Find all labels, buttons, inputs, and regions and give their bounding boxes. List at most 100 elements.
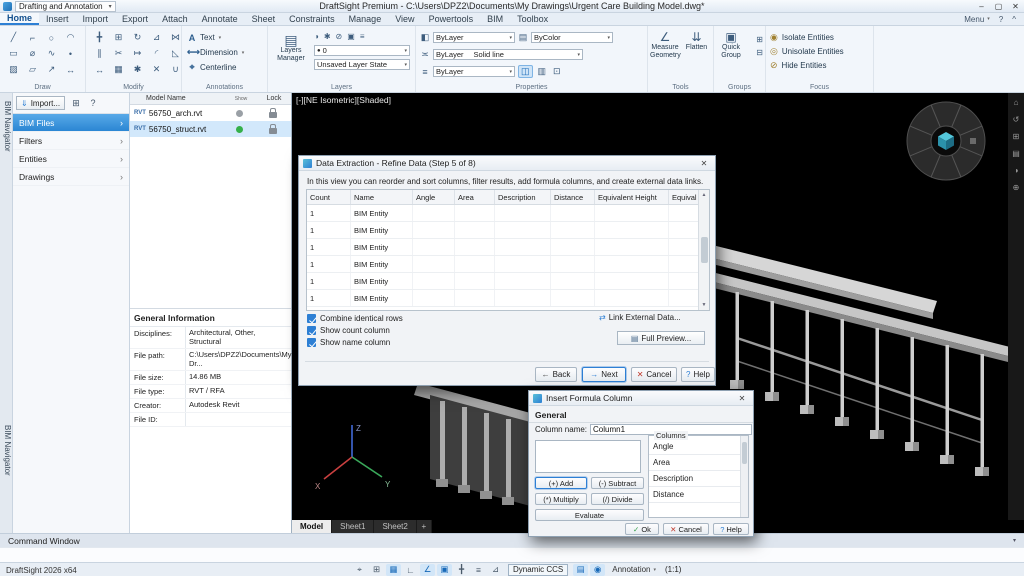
entity-transparency-icon[interactable]: ⊡ xyxy=(551,66,563,77)
polyline-icon[interactable]: ⌐ xyxy=(24,30,41,45)
close-button[interactable]: ✕ xyxy=(1007,2,1024,11)
named-color-icon[interactable]: ▤ xyxy=(518,32,528,43)
column-header-distance[interactable]: Distance xyxy=(551,190,595,204)
list-item-angle[interactable]: Angle xyxy=(649,439,740,455)
line-color-combo[interactable]: ByLayer ▾ xyxy=(433,32,515,43)
layer-states-icon[interactable]: ≡ xyxy=(360,32,365,41)
cancel-button[interactable]: ✕ Cancel xyxy=(663,523,709,535)
linetype-icon[interactable]: ≍ xyxy=(420,49,430,60)
link-external-data-button[interactable]: ⇄ Link External Data... xyxy=(599,313,681,322)
fillet-icon[interactable]: ◜ xyxy=(148,46,165,61)
layer-visibility-icon[interactable]: ◑ xyxy=(314,32,319,41)
columns-scrollbar[interactable] xyxy=(740,436,748,517)
tab-attach[interactable]: Attach xyxy=(155,13,195,25)
scrollbar-thumb[interactable] xyxy=(701,237,708,263)
checkbox-combine-identical-rows[interactable]: Combine identical rows xyxy=(307,314,403,323)
tab-powertools[interactable]: Powertools xyxy=(422,13,481,25)
dimension-tool-button[interactable]: ⟷ Dimension ▾ xyxy=(187,45,262,60)
collapse-ribbon-button[interactable]: ^ xyxy=(1012,15,1016,24)
flatten-button[interactable]: ⇊ Flatten xyxy=(682,31,711,87)
column-header-equivalent[interactable]: Equival xyxy=(669,190,700,204)
menu-button[interactable]: Menu ▾ xyxy=(964,15,990,24)
stretch-icon[interactable]: ↔ xyxy=(91,62,108,77)
tab-view[interactable]: View xyxy=(388,13,421,25)
isolate-entities-button[interactable]: ◉ Isolate Entities xyxy=(770,30,869,44)
ray-icon[interactable]: ↗ xyxy=(43,62,60,77)
list-item-description[interactable]: Description xyxy=(649,471,740,487)
table-row[interactable]: 1BIM Entity xyxy=(307,239,709,256)
named-color-combo[interactable]: ByColor ▾ xyxy=(531,32,613,43)
full-preview-button[interactable]: ▤ Full Preview... xyxy=(617,331,705,345)
region-icon[interactable]: ▱ xyxy=(24,62,41,77)
units-icon[interactable]: ▤ xyxy=(573,564,588,576)
properties-panel-icon[interactable]: ▥ xyxy=(536,66,549,77)
lineweight-combo[interactable]: ByLayer ▾ xyxy=(433,66,515,77)
sidebar-item-drawings[interactable]: Drawings › xyxy=(13,168,129,186)
move-icon[interactable]: ╋ xyxy=(91,30,108,45)
grid-icon[interactable]: ▦ xyxy=(386,564,401,576)
ortho-icon[interactable]: ∟ xyxy=(403,564,418,576)
infinite-line-icon[interactable]: ↔ xyxy=(62,62,79,77)
quick-group-button[interactable]: ▣ Quick Group xyxy=(716,31,746,60)
hide-entities-button[interactable]: ⊘ Hide Entities xyxy=(770,58,869,72)
unisolate-entities-button[interactable]: ◎ Unisolate Entities xyxy=(770,44,869,58)
dialog-titlebar[interactable]: Data Extraction - Refine Data (Step 5 of… xyxy=(299,156,715,171)
table-scrollbar[interactable]: ▲ ▼ xyxy=(698,190,709,310)
tree-row-arch[interactable]: RVT 56750_arch.rvt xyxy=(130,105,291,121)
tab-annotate[interactable]: Annotate xyxy=(195,13,245,25)
tab-sheet1[interactable]: Sheet1 xyxy=(332,520,374,533)
lock-icon[interactable] xyxy=(269,128,277,134)
display-style-icon[interactable]: ◑ xyxy=(1014,166,1019,175)
ungroup-icon[interactable]: ⊟ xyxy=(756,48,763,57)
annotation-visibility-icon[interactable]: ◉ xyxy=(590,564,605,576)
help-button[interactable]: ? Help xyxy=(681,367,715,382)
cancel-button[interactable]: ✕ Cancel xyxy=(631,367,677,382)
column-header-angle[interactable]: Angle xyxy=(413,190,455,204)
hatch-icon[interactable]: ▨ xyxy=(5,62,22,77)
dynamic-ccs-button[interactable]: Dynamic CCS xyxy=(508,564,568,576)
tab-model[interactable]: Model xyxy=(292,520,332,533)
command-input[interactable] xyxy=(0,547,1024,562)
scale-icon[interactable]: ⊿ xyxy=(148,30,165,45)
tab-insert[interactable]: Insert xyxy=(39,13,76,25)
subtract-button[interactable]: (-) Subtract xyxy=(591,477,644,489)
bim-navigator-tab[interactable]: BIM Navigator xyxy=(1,101,12,152)
formula-editor[interactable] xyxy=(535,440,641,473)
point-icon[interactable]: • xyxy=(62,46,79,61)
offset-icon[interactable]: ∥ xyxy=(91,46,108,61)
match-properties-icon[interactable]: ◫ xyxy=(518,65,533,78)
explode-icon[interactable]: ✱ xyxy=(129,62,146,77)
panel-help-icon[interactable]: ? xyxy=(87,98,99,108)
close-icon[interactable]: ✕ xyxy=(697,159,711,168)
viewports-icon[interactable]: ⊞ xyxy=(1013,132,1020,141)
add-button[interactable]: (+) Add xyxy=(535,477,587,489)
group-icon[interactable]: ⊞ xyxy=(756,35,763,44)
bim-navigator-tab[interactable]: BIM Navigator xyxy=(1,425,12,476)
orbit-icon[interactable]: ↺ xyxy=(1013,115,1020,124)
collapse-panel-icon[interactable]: ▾ xyxy=(1013,537,1016,544)
maximize-button[interactable]: ▢ xyxy=(990,2,1007,11)
back-button[interactable]: ← Back xyxy=(535,367,577,382)
erase-icon[interactable]: ✕ xyxy=(148,62,165,77)
navigation-wheel[interactable] xyxy=(904,99,988,183)
annotation-scale-dropdown[interactable]: Annotation ▾ xyxy=(612,565,656,574)
rectangle-icon[interactable]: ▭ xyxy=(5,46,22,61)
linetype-combo[interactable]: ByLayer Solid line ▾ xyxy=(433,49,583,60)
show-toggle-icon[interactable] xyxy=(236,110,243,117)
centerline-tool-button[interactable]: ⌖ Centerline xyxy=(187,60,262,75)
dialog-titlebar[interactable]: Insert Formula Column ✕ xyxy=(529,391,753,406)
multiply-button[interactable]: (*) Multiply xyxy=(535,493,587,505)
minimize-button[interactable]: – xyxy=(973,2,990,11)
sidebar-item-bim-files[interactable]: BIM Files › xyxy=(13,114,129,132)
scale-ratio[interactable]: (1:1) xyxy=(665,565,681,574)
checkbox-show-count-column[interactable]: Show count column xyxy=(307,326,403,335)
table-row[interactable]: 1BIM Entity xyxy=(307,290,709,307)
close-icon[interactable]: ✕ xyxy=(735,394,749,403)
ribbon-help-button[interactable]: ? xyxy=(999,15,1003,24)
ok-button[interactable]: ✓ Ok xyxy=(625,523,659,535)
divide-button[interactable]: (/) Divide xyxy=(591,493,644,505)
add-sheet-button[interactable]: + xyxy=(417,520,432,533)
ellipse-icon[interactable]: ⌀ xyxy=(24,46,41,61)
line-icon[interactable]: ╱ xyxy=(5,30,22,45)
ccs-icon[interactable]: ⊿ xyxy=(488,564,503,576)
